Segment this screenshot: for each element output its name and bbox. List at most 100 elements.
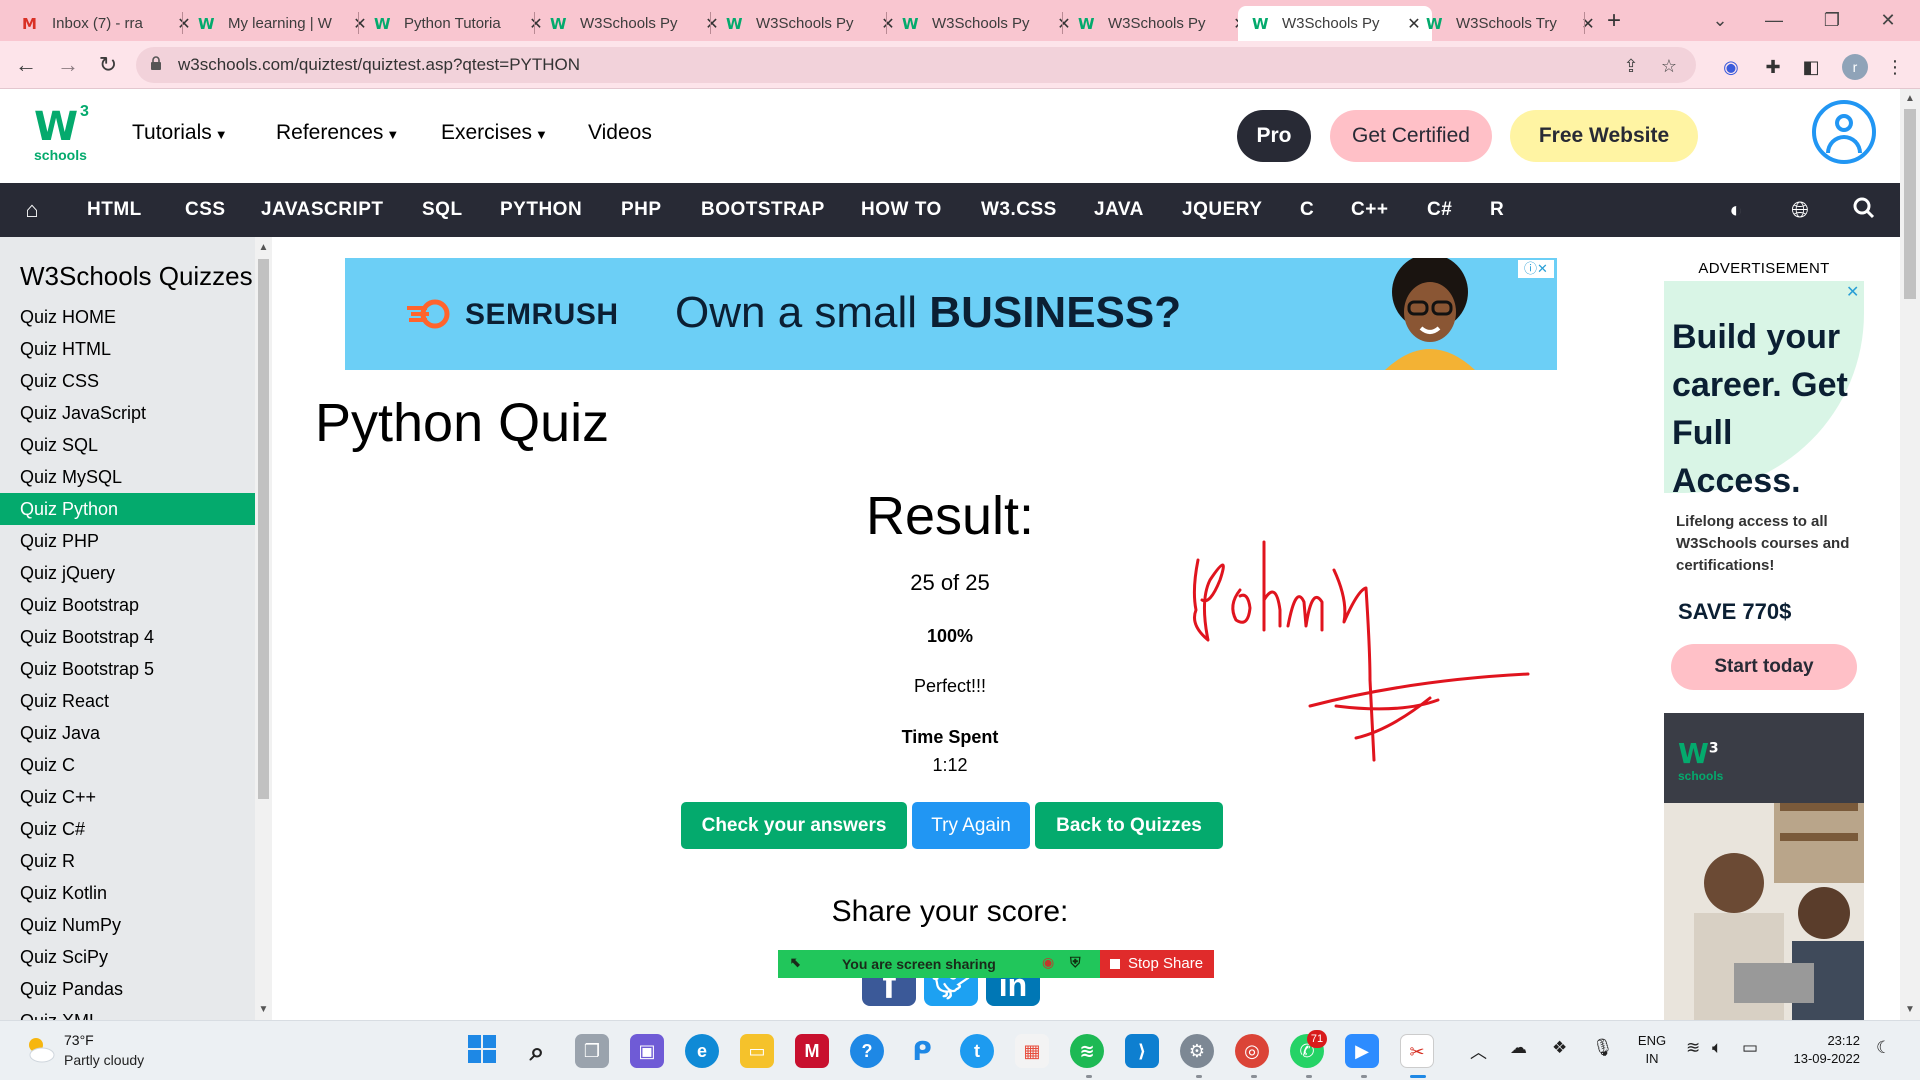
sidebar-item-quiz-jquery[interactable]: Quiz jQuery (0, 557, 255, 589)
nav-bootstrap[interactable]: BOOTSTRAP (701, 183, 825, 237)
onedrive-cloud-icon[interactable]: ☁ (1510, 1038, 1527, 1058)
dark-mode-toggle-icon[interactable]: ◐ (1722, 197, 1750, 223)
nav-w3css[interactable]: W3.CSS (981, 183, 1057, 237)
new-tab-button[interactable]: + (1598, 6, 1630, 36)
sidebar-item-quiz-java[interactable]: Quiz Java (0, 717, 255, 749)
sidebar-item-quiz-python[interactable]: Quiz Python (0, 493, 255, 525)
semrush-banner-ad[interactable]: SEMRUSH Own a small BUSINESS? (345, 258, 1557, 370)
sidebar-item-quiz-bootstrap[interactable]: Quiz Bootstrap (0, 589, 255, 621)
check-answers-button[interactable]: Check your answers (681, 802, 907, 849)
nav-csharp[interactable]: C# (1427, 183, 1452, 237)
browser-tab[interactable]: W Python Tutoria ✕ (360, 6, 554, 41)
back-to-quizzes-button[interactable]: Back to Quizzes (1035, 802, 1223, 849)
wifi-icon[interactable]: ≋ (1686, 1038, 1700, 1058)
sidebar-item-quiz-r[interactable]: Quiz R (0, 845, 255, 877)
chevron-up-icon[interactable]: ︿ (1470, 1038, 1487, 1063)
page-scroll-thumb[interactable] (1904, 109, 1916, 299)
sidebar-scroll-thumb[interactable] (258, 259, 269, 799)
browser-tab[interactable]: M Inbox (7) - rra ✕ (8, 6, 202, 41)
task-view-icon[interactable]: ❐ (575, 1034, 609, 1068)
sidebar-item-quiz-sql[interactable]: Quiz SQL (0, 429, 255, 461)
w3schools-pro-ad[interactable]: Build your career. Get Full Access. Life… (1664, 281, 1864, 1021)
snipping-tool-icon[interactable]: ✂ (1400, 1034, 1434, 1068)
sidebar-item-quiz-react[interactable]: Quiz React (0, 685, 255, 717)
power-automate-icon[interactable]: ᑭ (905, 1034, 939, 1068)
spotify-icon[interactable]: ≋ (1070, 1034, 1104, 1068)
extensions-puzzle-icon[interactable]: ✚ (1762, 56, 1784, 78)
sidebar-item-quiz-numpy[interactable]: Quiz NumPy (0, 909, 255, 941)
sidebar-item-quiz-bootstrap-4[interactable]: Quiz Bootstrap 4 (0, 621, 255, 653)
extension-shield-icon[interactable]: ◉ (1720, 56, 1742, 78)
file-explorer-icon[interactable]: ▭ (740, 1034, 774, 1068)
dropbox-icon[interactable]: ❖ (1552, 1038, 1567, 1058)
menu-videos[interactable]: Videos (588, 121, 652, 145)
edge-browser-icon[interactable]: e (685, 1034, 719, 1068)
sidebar-item-quiz-javascript[interactable]: Quiz JavaScript (0, 397, 255, 429)
menu-tutorials[interactable]: Tutorials ▼ (132, 121, 228, 145)
star-bookmark-icon[interactable]: ☆ (1658, 55, 1680, 77)
kebab-menu-icon[interactable]: ⋮ (1884, 56, 1906, 78)
nav-jquery[interactable]: JQUERY (1182, 183, 1262, 237)
browser-tab[interactable]: W My learning | W ✕ (184, 6, 378, 41)
sidebar-item-quiz-css[interactable]: Quiz CSS (0, 365, 255, 397)
globe-icon[interactable]: 🌐︎ (1786, 197, 1814, 223)
chrome-icon[interactable]: ◎ (1235, 1034, 1269, 1068)
system-clock[interactable]: 23:12 13-09-2022 (1780, 1032, 1861, 1068)
notifications-icon[interactable]: ☾ (1876, 1038, 1891, 1058)
language-indicator[interactable]: ENG IN (1634, 1032, 1670, 1068)
microsoft-store-icon[interactable]: ▦ (1015, 1034, 1049, 1068)
start-today-button[interactable]: Start today (1671, 644, 1857, 690)
share-icon[interactable]: ⇪ (1620, 55, 1642, 77)
nav-html[interactable]: HTML (87, 183, 142, 237)
nav-javascript[interactable]: JAVASCRIPT (261, 183, 384, 237)
nav-cpp[interactable]: C++ (1351, 183, 1388, 237)
sidebar-item-quiz-scipy[interactable]: Quiz SciPy (0, 941, 255, 973)
browser-tab[interactable]: W W3Schools Py ✕ (712, 6, 906, 41)
nav-css[interactable]: CSS (185, 183, 226, 237)
ad-choices-close-icon[interactable]: ⓘ✕ (1518, 260, 1554, 278)
minimize-icon[interactable]: — (1754, 6, 1794, 34)
free-website-button[interactable]: Free Website (1510, 110, 1698, 162)
mcafee-icon[interactable]: M (795, 1034, 829, 1068)
partly-cloudy-icon[interactable] (24, 1035, 56, 1063)
nav-java[interactable]: JAVA (1094, 183, 1144, 237)
page-scrollbar[interactable]: ▲ ▼ (1900, 89, 1920, 1020)
settings-gear-icon[interactable]: ⚙ (1180, 1034, 1214, 1068)
restore-icon[interactable]: ❐ (1812, 6, 1852, 34)
sidebar-item-quiz-c[interactable]: Quiz C# (0, 813, 255, 845)
close-window-icon[interactable]: ✕ (1868, 6, 1908, 34)
help-icon[interactable]: ? (850, 1034, 884, 1068)
teams-chat-icon[interactable]: ▣ (630, 1034, 664, 1068)
scroll-down-icon[interactable]: ▼ (255, 1001, 272, 1018)
sidebar-item-quiz-mysql[interactable]: Quiz MySQL (0, 461, 255, 493)
sidebar-item-quiz-html[interactable]: Quiz HTML (0, 333, 255, 365)
sidebar-item-quiz-c[interactable]: Quiz C++ (0, 781, 255, 813)
sidebar-item-quiz-kotlin[interactable]: Quiz Kotlin (0, 877, 255, 909)
sidebar-item-quiz-home[interactable]: Quiz HOME (0, 301, 255, 333)
forward-arrow-icon[interactable]: → (52, 49, 84, 81)
sidebar-item-quiz-c[interactable]: Quiz C (0, 749, 255, 781)
nav-python[interactable]: PYTHON (500, 183, 582, 237)
browser-tab[interactable]: W W3Schools Try ✕ (1412, 6, 1606, 41)
zoom-icon[interactable]: ▶ (1345, 1034, 1379, 1068)
scroll-up-icon[interactable]: ▲ (1902, 91, 1918, 107)
home-icon[interactable]: ⌂ (18, 197, 46, 223)
search-icon[interactable]: ⌕ (520, 1034, 554, 1068)
stop-share-button[interactable]: Stop Share (1100, 950, 1214, 978)
menu-exercises[interactable]: Exercises ▼ (441, 121, 548, 145)
twitter-app-icon[interactable]: t (960, 1034, 994, 1068)
profile-avatar[interactable]: r (1842, 54, 1868, 80)
browser-tab-active[interactable]: W W3Schools Py ✕ (1238, 6, 1432, 41)
sidebar-item-quiz-pandas[interactable]: Quiz Pandas (0, 973, 255, 1005)
address-bar[interactable]: w3schools.com/quiztest/quiztest.asp?qtes… (136, 47, 1696, 83)
scroll-up-icon[interactable]: ▲ (255, 239, 272, 256)
battery-icon[interactable]: ▭ (1742, 1038, 1758, 1058)
browser-tab[interactable]: W W3Schools Py ✕ (1064, 6, 1258, 41)
get-certified-button[interactable]: Get Certified (1330, 110, 1492, 162)
drag-handle-icon[interactable]: ⬉ (790, 954, 802, 971)
reload-icon[interactable]: ↻ (92, 49, 124, 81)
browser-tab[interactable]: W W3Schools Py ✕ (536, 6, 730, 41)
volume-icon[interactable]: 🔈︎ (1712, 1038, 1722, 1058)
w3schools-logo[interactable]: W 3 schools (34, 103, 96, 167)
nav-sql[interactable]: SQL (422, 183, 463, 237)
